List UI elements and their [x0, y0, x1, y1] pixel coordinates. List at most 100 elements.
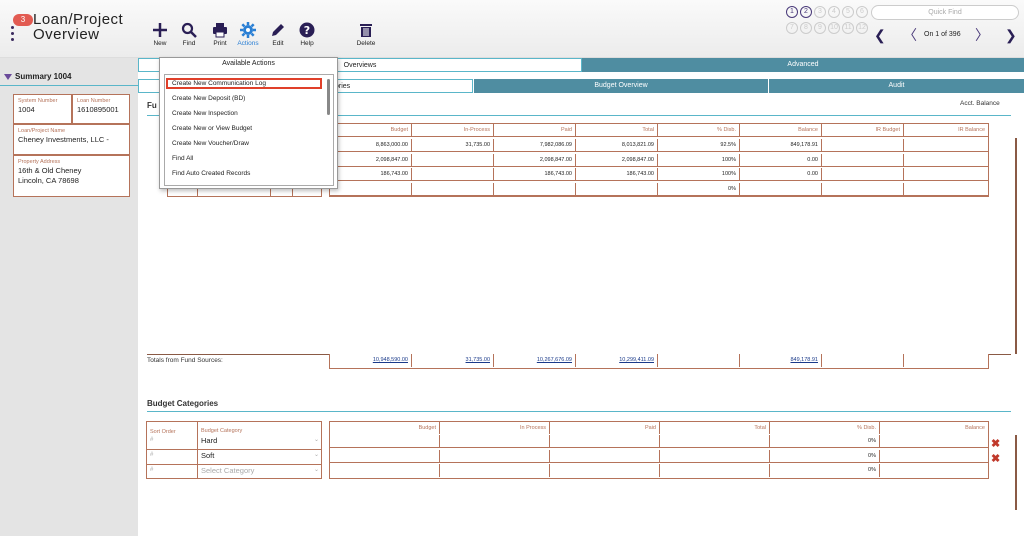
subtab-label: Budget Overview [594, 82, 648, 89]
find-label: Find [182, 40, 196, 47]
delete-row-icon[interactable]: ✖ [991, 452, 1000, 465]
scrollbar-track[interactable] [1015, 138, 1017, 354]
page-circle[interactable]: 7 [786, 22, 798, 34]
table-cell [330, 449, 440, 463]
property-address-field: Property Address 16th & Old Cheney Linco… [13, 155, 130, 197]
table-cell: 0% [770, 449, 880, 463]
total-cell[interactable]: 31,735.00 [412, 354, 494, 367]
page-circle[interactable]: 12 [856, 22, 868, 34]
first-record-icon[interactable]: ❮ [874, 28, 886, 42]
total-cell[interactable]: 10,267,676.09 [494, 354, 576, 367]
total-link[interactable]: 10,267,676.09 [537, 357, 572, 363]
edit-button[interactable]: Edit [263, 22, 293, 47]
scrollbar-track[interactable] [1015, 435, 1017, 510]
print-label: Print [213, 40, 227, 47]
printer-icon [213, 23, 227, 38]
table-cell [330, 464, 440, 477]
total-link[interactable]: 849,178.91 [790, 357, 818, 363]
total-cell [904, 354, 988, 367]
table-cell: 186,743.00 [330, 168, 412, 181]
total-cell [658, 354, 740, 367]
collapse-triangle-icon[interactable] [4, 73, 12, 80]
new-button[interactable]: New [145, 22, 175, 47]
tab-advanced[interactable]: Advanced [582, 58, 1024, 72]
column-header: Total [576, 124, 658, 137]
subtab-budget-overview[interactable]: Budget Overview [473, 79, 768, 93]
page-circle[interactable]: 11 [842, 22, 854, 34]
subtab-audit[interactable]: Audit [768, 79, 1024, 93]
record-counter: On 1 of 396 [924, 31, 961, 38]
menu-item-create-deposit[interactable]: Create New Deposit (BD) [168, 93, 320, 104]
delete-row-icon[interactable]: ✖ [991, 437, 1000, 450]
delete-button[interactable]: Delete [351, 22, 381, 47]
category-select[interactable]: Soft ⌄ [201, 451, 319, 460]
menu-item-create-inspection[interactable]: Create New Inspection [168, 108, 320, 119]
system-number-field: System Number 1004 [13, 94, 72, 124]
table-cell [880, 464, 988, 477]
page-circle[interactable]: 2 [800, 6, 812, 18]
page-circle[interactable]: 5 [842, 6, 854, 18]
table-cell: 186,743.00 [576, 168, 658, 181]
divider [0, 85, 138, 86]
category-select[interactable]: Hard ⌄ [201, 436, 319, 445]
column-header: Budget [330, 124, 412, 137]
menu-item-find-all[interactable]: Find All [168, 153, 320, 164]
category-select[interactable]: Select Category ⌄ [201, 466, 319, 475]
total-link[interactable]: 10,299,411.09 [619, 357, 654, 363]
table-cell: 8,863,000.00 [330, 139, 412, 152]
total-cell[interactable]: 849,178.91 [740, 354, 822, 367]
table-cell [412, 153, 494, 167]
table-cell [412, 182, 494, 196]
table-cell: 2,098,847.00 [576, 153, 658, 167]
plus-icon [153, 23, 167, 37]
sort-order-input[interactable]: # [150, 452, 153, 458]
field-value: 1610895001 [77, 105, 119, 114]
print-button[interactable]: Print [205, 22, 235, 47]
chevron-down-icon: ⌄ [313, 452, 319, 458]
page-circle[interactable]: 3 [814, 6, 826, 18]
sort-order-input[interactable]: # [150, 437, 153, 443]
actions-button[interactable]: Actions [233, 22, 263, 47]
menu-scrollbar[interactable] [327, 79, 330, 115]
menu-item-find-auto-created[interactable]: Find Auto Created Records [168, 168, 320, 179]
kebab-menu-icon[interactable] [11, 26, 15, 42]
find-button[interactable]: Find [174, 22, 204, 47]
page-circle[interactable]: 9 [814, 22, 826, 34]
table-cell [822, 168, 904, 181]
quick-find-input[interactable]: Quick Find [871, 5, 1019, 20]
page-circle[interactable]: 4 [828, 6, 840, 18]
sort-order-input[interactable]: # [150, 467, 153, 473]
acct-balance-label: Acct. Balance [960, 100, 1000, 107]
tab-label: Overviews [343, 62, 377, 69]
table-cell [494, 182, 576, 196]
last-record-icon[interactable]: ❯ [1005, 28, 1017, 42]
page-circle[interactable]: 6 [856, 6, 868, 18]
previous-record-icon[interactable]: 〈 [903, 28, 917, 42]
table-cell [740, 182, 822, 196]
help-button[interactable]: ? Help [292, 22, 322, 47]
new-label: New [153, 40, 167, 47]
column-header: IR Balance [904, 124, 988, 137]
column-header: In Process [440, 422, 550, 434]
table-cell [330, 182, 412, 196]
table-cell [550, 464, 660, 477]
total-link[interactable]: 31,735.00 [466, 357, 490, 363]
notification-badge[interactable]: 3 [13, 14, 33, 26]
table-cell [330, 435, 440, 448]
next-record-icon[interactable]: 〉 [975, 28, 989, 42]
field-label: Loan/Project Name [18, 128, 66, 134]
page-circle[interactable]: 10 [828, 22, 840, 34]
total-cell[interactable]: 10,299,411.09 [576, 354, 658, 367]
page-circle[interactable]: 1 [786, 6, 798, 18]
table-cell [880, 435, 988, 448]
total-link[interactable]: 10,948,590.00 [373, 357, 408, 363]
table-cell [880, 450, 988, 463]
menu-item-create-budget[interactable]: Create New or View Budget [168, 123, 320, 134]
field-label: System Number [18, 98, 58, 104]
title-line-1: Loan/Project [33, 11, 124, 28]
summary-header[interactable]: Summary 1004 [4, 72, 71, 81]
menu-item-create-voucher[interactable]: Create New Voucher/Draw [168, 138, 320, 149]
total-cell[interactable]: 10,948,590.00 [330, 354, 412, 367]
menu-item-create-communication-log[interactable]: Create New Communication Log [166, 78, 322, 89]
page-circle[interactable]: 8 [800, 22, 812, 34]
